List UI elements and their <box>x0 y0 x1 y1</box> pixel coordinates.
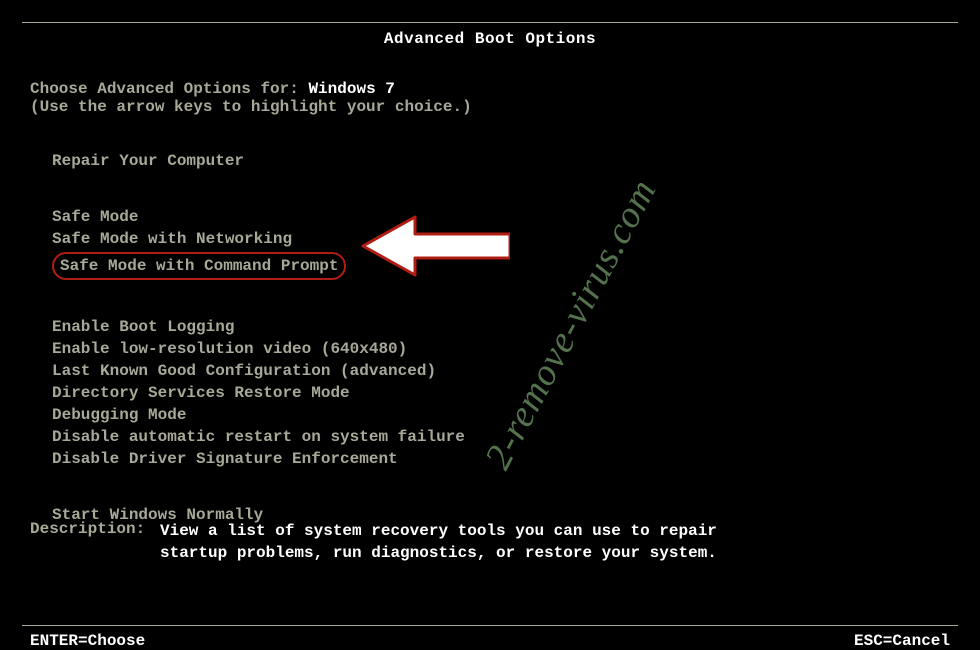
menu-item-highlighted[interactable]: Safe Mode with Command Prompt <box>52 252 346 280</box>
intro-help: (Use the arrow keys to highlight your ch… <box>30 98 950 116</box>
intro-prefix: Choose Advanced Options for: <box>30 80 308 98</box>
boot-menu: Choose Advanced Options for: Windows 7 (… <box>30 80 950 526</box>
page-title: Advanced Boot Options <box>0 30 980 48</box>
menu-item[interactable]: Enable Boot Logging <box>52 316 234 338</box>
menu-item[interactable]: Directory Services Restore Mode <box>52 382 350 404</box>
menu-item[interactable]: Safe Mode with Networking <box>52 228 292 250</box>
menu-item[interactable]: Repair Your Computer <box>52 150 244 172</box>
menu-group: Enable Boot LoggingEnable low-resolution… <box>52 316 950 470</box>
menu-item[interactable]: Safe Mode <box>52 206 138 228</box>
os-name: Windows 7 <box>308 80 394 98</box>
description-block: Description: View a list of system recov… <box>30 520 950 564</box>
menu-item[interactable]: Debugging Mode <box>52 404 186 426</box>
menu-item[interactable]: Last Known Good Configuration (advanced) <box>52 360 436 382</box>
menu-item[interactable]: Disable automatic restart on system fail… <box>52 426 465 448</box>
description-text: View a list of system recovery tools you… <box>160 520 720 564</box>
intro-line: Choose Advanced Options for: Windows 7 <box>30 80 950 98</box>
hint-escape: ESC=Cancel <box>854 632 950 650</box>
divider-top <box>22 22 958 23</box>
menu-group: Safe ModeSafe Mode with NetworkingSafe M… <box>52 206 950 282</box>
hint-enter: ENTER=Choose <box>30 632 145 650</box>
description-label: Description: <box>30 520 160 564</box>
footer-hints: ENTER=Choose ESC=Cancel <box>30 632 950 650</box>
menu-group: Repair Your Computer <box>52 150 950 172</box>
menu-item[interactable]: Disable Driver Signature Enforcement <box>52 448 398 470</box>
menu-item[interactable]: Enable low-resolution video (640x480) <box>52 338 407 360</box>
divider-bottom <box>22 625 958 626</box>
